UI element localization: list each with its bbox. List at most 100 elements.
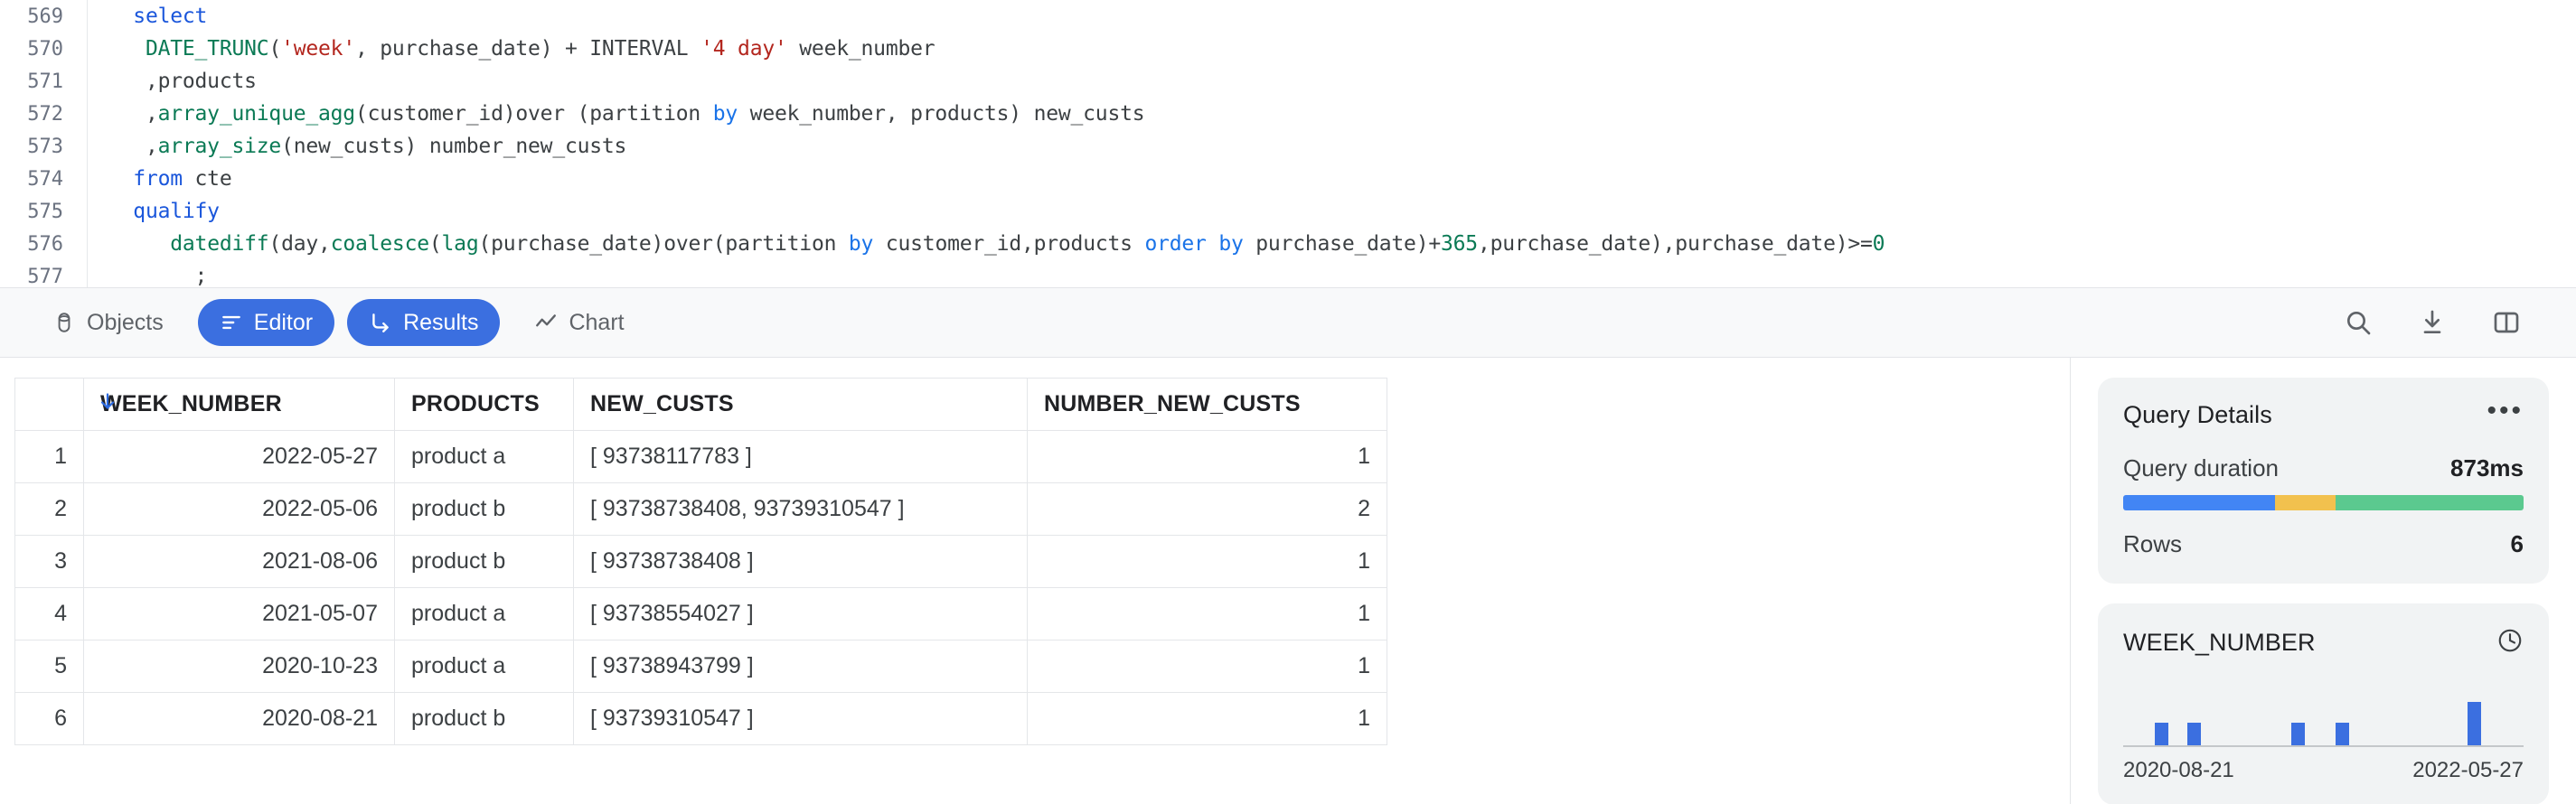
code-line[interactable]: 570 DATE_TRUNC('week', purchase_date) + … [0, 33, 2576, 65]
cell-products[interactable]: product a [394, 640, 574, 693]
row-index: 6 [14, 692, 84, 745]
tab-editor-label: Editor [253, 309, 314, 335]
cell-number-new-custs[interactable]: 1 [1027, 692, 1387, 745]
code-line[interactable]: 574 from cte [0, 163, 2576, 195]
cell-products[interactable]: product a [394, 430, 574, 483]
column-header-new-custs-label: NEW_CUSTS [590, 391, 734, 416]
split-panel-icon[interactable] [2487, 304, 2525, 341]
histogram-axis-labels: 2020-08-21 2022-05-27 [2123, 758, 2524, 783]
code-text: ,array_size(new_custs) number_new_custs [108, 135, 627, 158]
cell-number-new-custs[interactable]: 2 [1027, 482, 1387, 536]
code-line[interactable]: 577 ; [0, 260, 2576, 287]
table-row[interactable]: 6 2020-08-21 product b[ 93739310547 ] 1 [14, 692, 1387, 745]
cell-products[interactable]: product b [394, 535, 574, 588]
sort-desc-arrow-icon[interactable] [97, 390, 118, 418]
cell-new-custs[interactable]: [ 93738738408, 93739310547 ] [573, 482, 1028, 536]
cell-new-custs[interactable]: [ 93738117783 ] [573, 430, 1028, 483]
line-number: 570 [27, 37, 63, 61]
cell-new-custs[interactable]: [ 93738738408 ] [573, 535, 1028, 588]
column-header-products-label: PRODUCTS [411, 391, 540, 416]
tab-results-label: Results [403, 309, 479, 335]
line-number: 572 [27, 102, 63, 126]
histogram-title: WEEK_NUMBER [2123, 629, 2316, 656]
table-header: WEEK_NUMBER PRODUCTS NEW_CUSTS NUMBER_NE… [14, 378, 1387, 431]
histogram-header: WEEK_NUMBER [2123, 627, 2524, 659]
tab-editor[interactable]: Editor [197, 299, 335, 346]
search-icon[interactable] [2339, 304, 2377, 341]
column-header-number-new-custs-label: NUMBER_NEW_CUSTS [1044, 391, 1301, 416]
query-duration-row: Query duration 873ms [2123, 454, 2524, 482]
column-header-products[interactable]: PRODUCTS [394, 378, 574, 431]
query-details-header: Query Details ••• [2123, 397, 2524, 429]
query-details-card: Query Details ••• Query duration 873ms R… [2098, 378, 2549, 584]
download-icon[interactable] [2413, 304, 2451, 341]
code-text: qualify [133, 200, 220, 223]
toolbar-actions [2339, 304, 2545, 341]
code-lines[interactable]: 569 select 570 DATE_TRUNC('week', purchas… [0, 0, 2576, 287]
cell-week-number[interactable]: 2021-05-07 [83, 587, 395, 640]
tab-chart[interactable]: Chart [512, 299, 645, 346]
table-row[interactable]: 1 2022-05-27 product a[ 93738117783 ] 1 [14, 430, 1387, 483]
table-row[interactable]: 5 2020-10-23 product a[ 93738943799 ] 1 [14, 640, 1387, 693]
results-table[interactable]: WEEK_NUMBER PRODUCTS NEW_CUSTS NUMBER_NE… [14, 378, 1387, 745]
line-number: 577 [27, 265, 63, 288]
code-line[interactable]: 572 ,array_unique_agg(customer_id)over (… [0, 98, 2576, 130]
row-index: 4 [14, 587, 84, 640]
week-number-histogram-card: WEEK_NUMBER 2020-08-21 2022-05-27 [2098, 603, 2549, 804]
tab-results[interactable]: Results [347, 299, 501, 346]
code-line[interactable]: 571 ,products [0, 65, 2576, 98]
histogram-bar [2467, 702, 2481, 745]
code-line[interactable]: 573 ,array_size(new_custs) number_new_cu… [0, 130, 2576, 163]
tab-chart-label: Chart [569, 309, 625, 335]
cell-new-custs[interactable]: [ 93739310547 ] [573, 692, 1028, 745]
cell-week-number[interactable]: 2022-05-06 [83, 482, 395, 536]
code-text: ,products [108, 70, 257, 93]
cell-number-new-custs[interactable]: 1 [1027, 640, 1387, 693]
row-index: 3 [14, 535, 84, 588]
line-number: 575 [27, 200, 63, 223]
cell-products[interactable]: product b [394, 692, 574, 745]
cell-week-number[interactable]: 2020-08-21 [83, 692, 395, 745]
chart-line-icon [534, 311, 558, 334]
sql-editor[interactable]: 569 select 570 DATE_TRUNC('week', purchas… [0, 0, 2576, 287]
more-options-icon[interactable]: ••• [2487, 397, 2524, 426]
table-row[interactable]: 3 2021-08-06 product b[ 93738738408 ] 1 [14, 535, 1387, 588]
cell-week-number[interactable]: 2020-10-23 [83, 640, 395, 693]
code-line[interactable]: 576 datediff(day,coalesce(lag(purchase_d… [0, 228, 2576, 260]
table-body: 1 2022-05-27 product a[ 93738117783 ] 1 2 202… [14, 430, 1387, 745]
query-workbench: 569 select 570 DATE_TRUNC('week', purchas… [0, 0, 2576, 804]
cell-new-custs[interactable]: [ 93738943799 ] [573, 640, 1028, 693]
table-row[interactable]: 4 2021-05-07 product a[ 93738554027 ] 1 [14, 587, 1387, 640]
cell-number-new-custs[interactable]: 1 [1027, 535, 1387, 588]
cell-new-custs[interactable]: [ 93738554027 ] [573, 587, 1028, 640]
cell-week-number[interactable]: 2021-08-06 [83, 535, 395, 588]
column-header-week-number[interactable]: WEEK_NUMBER [83, 378, 395, 431]
results-grid-pane[interactable]: WEEK_NUMBER PRODUCTS NEW_CUSTS NUMBER_NE… [0, 358, 2070, 804]
code-line[interactable]: 569 select [0, 0, 2576, 33]
histogram-bar [2155, 723, 2169, 745]
line-number: 569 [27, 5, 63, 28]
line-number: 576 [27, 232, 63, 256]
cell-products[interactable]: product a [394, 587, 574, 640]
duration-segment-execution [2335, 495, 2524, 510]
column-header-new-custs[interactable]: NEW_CUSTS [573, 378, 1028, 431]
table-row[interactable]: 2 2022-05-06 product b[ 93738738408, 93739… [14, 482, 1387, 536]
code-line[interactable]: 575 qualify [0, 195, 2576, 228]
histogram-min-label: 2020-08-21 [2123, 758, 2234, 782]
histogram-bar [2186, 723, 2201, 745]
cell-products[interactable]: product b [394, 482, 574, 536]
row-index: 2 [14, 482, 84, 536]
column-header-index [14, 378, 84, 431]
column-header-number-new-custs[interactable]: NUMBER_NEW_CUSTS [1027, 378, 1387, 431]
database-icon [52, 311, 76, 334]
results-body: WEEK_NUMBER PRODUCTS NEW_CUSTS NUMBER_NE… [0, 358, 2576, 804]
histogram-plot [2123, 689, 2524, 747]
query-details-title: Query Details [2123, 401, 2272, 428]
cell-number-new-custs[interactable]: 1 [1027, 430, 1387, 483]
code-text: from cte [133, 167, 232, 191]
cell-number-new-custs[interactable]: 1 [1027, 587, 1387, 640]
results-arrow-icon [369, 311, 392, 334]
tab-objects[interactable]: Objects [31, 299, 185, 346]
histogram-max-label: 2022-05-27 [2412, 758, 2524, 782]
cell-week-number[interactable]: 2022-05-27 [83, 430, 395, 483]
